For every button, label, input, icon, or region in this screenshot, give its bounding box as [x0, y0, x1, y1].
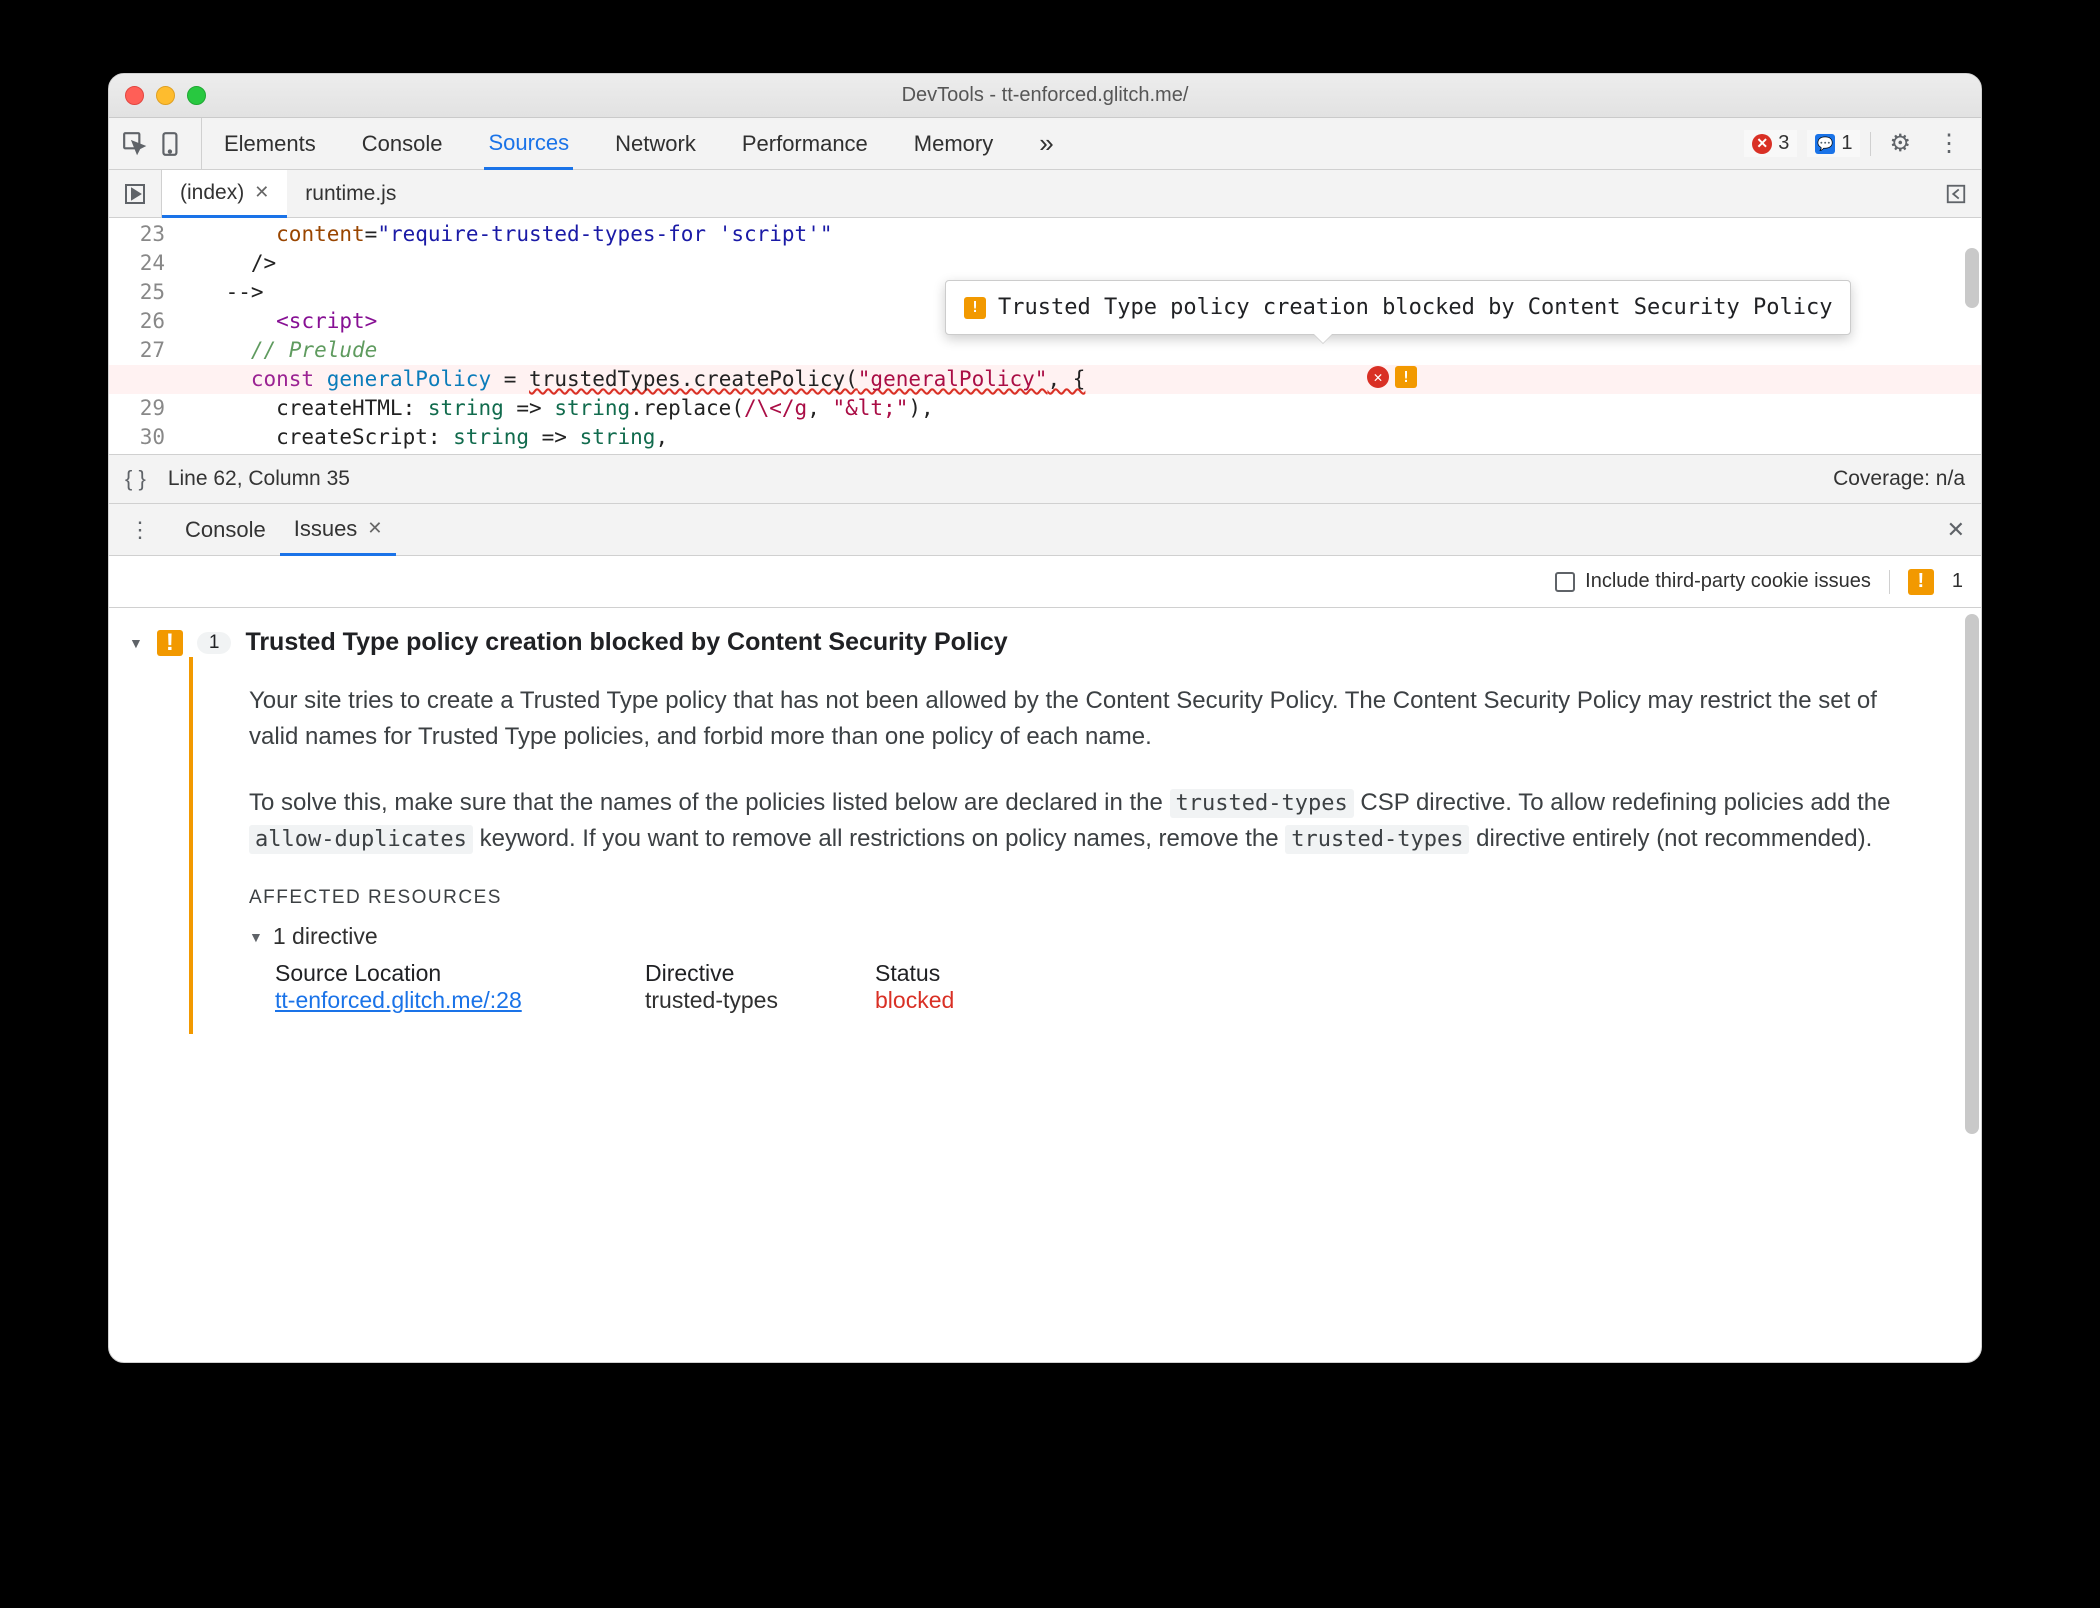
file-tab-label: (index) — [180, 181, 244, 205]
titlebar: DevTools - tt-enforced.glitch.me/ — [109, 74, 1981, 118]
message-count: 1 — [1841, 132, 1852, 155]
expand-icon[interactable]: ▼ — [129, 635, 143, 651]
tab-network[interactable]: Network — [611, 118, 700, 169]
warning-icon: ! — [964, 297, 986, 319]
code-trusted-types: trusted-types — [1170, 789, 1354, 818]
scrollbar[interactable] — [1965, 614, 1979, 1134]
tab-elements[interactable]: Elements — [220, 118, 320, 169]
error-icon: ✕ — [1752, 134, 1772, 154]
issues-count: 1 — [1952, 570, 1963, 593]
tab-memory[interactable]: Memory — [910, 118, 997, 169]
show-navigator-icon[interactable] — [1931, 170, 1981, 217]
drawer-tabbar: ⋮ Console Issues ✕ ✕ — [109, 504, 1981, 556]
status-value: blocked — [875, 987, 1075, 1014]
file-tabbar: (index) ✕ runtime.js — [109, 170, 1981, 218]
affected-resources-tree: ▼ 1 directive Source Location Directive … — [249, 923, 1901, 1014]
main-tabbar: Elements Console Sources Network Perform… — [109, 118, 1981, 170]
resume-icon[interactable] — [109, 170, 162, 217]
issue-paragraph-1: Your site tries to create a Trusted Type… — [249, 683, 1901, 755]
code-trusted-types-2: trusted-types — [1285, 825, 1469, 854]
error-icon: ✕ — [1367, 366, 1389, 388]
warning-badge-icon: ! — [1908, 569, 1934, 595]
code-content[interactable]: content="require-trusted-types-for 'scri… — [175, 218, 1981, 454]
directive-value: trusted-types — [645, 987, 875, 1014]
separator — [1889, 570, 1890, 594]
third-party-checkbox[interactable]: Include third-party cookie issues — [1555, 570, 1871, 593]
editor-statusbar: { } Line 62, Column 35 Coverage: n/a — [109, 454, 1981, 504]
col-source: Source Location — [275, 960, 645, 987]
affected-resources-heading: AFFECTED RESOURCES — [249, 887, 1901, 909]
col-status: Status — [875, 960, 1075, 987]
checkbox-label: Include third-party cookie issues — [1585, 570, 1871, 593]
minimize-window-button[interactable] — [156, 86, 175, 105]
close-icon[interactable]: ✕ — [254, 182, 269, 203]
devtools-window: DevTools - tt-enforced.glitch.me/ Elemen… — [108, 73, 1982, 1363]
source-location-link[interactable]: tt-enforced.glitch.me/:28 — [275, 987, 522, 1013]
tab-sources[interactable]: Sources — [484, 119, 573, 170]
checkbox-icon — [1555, 572, 1575, 592]
code-allow-duplicates: allow-duplicates — [249, 825, 473, 854]
tabs-overflow[interactable]: » — [1035, 118, 1057, 169]
device-icon[interactable] — [157, 130, 185, 158]
file-tab-index[interactable]: (index) ✕ — [162, 170, 287, 218]
more-icon[interactable]: ⋮ — [1929, 129, 1969, 158]
file-tab-label: runtime.js — [305, 182, 396, 206]
error-tooltip: ! Trusted Type policy creation blocked b… — [945, 280, 1851, 335]
directive-count: 1 directive — [273, 923, 378, 950]
warning-icon: ! — [157, 630, 183, 656]
close-icon[interactable]: ✕ — [367, 518, 382, 539]
issue-count-pill: 1 — [197, 632, 232, 654]
traffic-lights — [109, 86, 206, 105]
line-error-icons[interactable]: ✕ ! — [1367, 366, 1417, 388]
expand-icon[interactable]: ▼ — [249, 929, 263, 945]
issue-body: Your site tries to create a Trusted Type… — [189, 657, 1941, 1034]
issue-paragraph-2: To solve this, make sure that the names … — [249, 785, 1901, 857]
tab-console[interactable]: Console — [358, 118, 447, 169]
error-count: 3 — [1778, 132, 1789, 155]
settings-icon[interactable]: ⚙ — [1881, 129, 1919, 158]
zoom-window-button[interactable] — [187, 86, 206, 105]
issues-toolbar: Include third-party cookie issues ! 1 — [109, 556, 1981, 608]
cursor-position: Line 62, Column 35 — [168, 467, 350, 491]
drawer-tab-console[interactable]: Console — [171, 504, 280, 555]
line-gutter: 23 24 25 26 27 28 29 30 — [109, 218, 175, 454]
inspect-icon[interactable] — [121, 130, 149, 158]
format-icon[interactable]: { } — [125, 466, 146, 492]
code-editor[interactable]: 23 24 25 26 27 28 29 30 content="require… — [109, 218, 1981, 454]
warning-icon: ! — [1395, 366, 1417, 388]
close-window-button[interactable] — [125, 86, 144, 105]
issue-header[interactable]: ▼ ! 1 Trusted Type policy creation block… — [129, 628, 1941, 657]
drawer-tab-issues[interactable]: Issues ✕ — [280, 504, 397, 556]
issue-title: Trusted Type policy creation blocked by … — [245, 628, 1007, 657]
coverage-status: Coverage: n/a — [1833, 467, 1965, 491]
tooltip-text: Trusted Type policy creation blocked by … — [998, 293, 1832, 322]
message-counter[interactable]: 💬 1 — [1807, 130, 1860, 157]
issues-panel: ▼ ! 1 Trusted Type policy creation block… — [109, 608, 1981, 1362]
separator — [1870, 132, 1871, 156]
file-tab-runtime[interactable]: runtime.js — [287, 170, 414, 217]
tab-performance[interactable]: Performance — [738, 118, 872, 169]
drawer-menu-icon[interactable]: ⋮ — [109, 504, 171, 555]
drawer-close-icon[interactable]: ✕ — [1931, 504, 1981, 555]
col-directive: Directive — [645, 960, 875, 987]
directive-group[interactable]: ▼ 1 directive — [249, 923, 1901, 950]
message-icon: 💬 — [1815, 134, 1835, 154]
window-title: DevTools - tt-enforced.glitch.me/ — [109, 84, 1981, 107]
error-counter[interactable]: ✕ 3 — [1744, 130, 1797, 157]
